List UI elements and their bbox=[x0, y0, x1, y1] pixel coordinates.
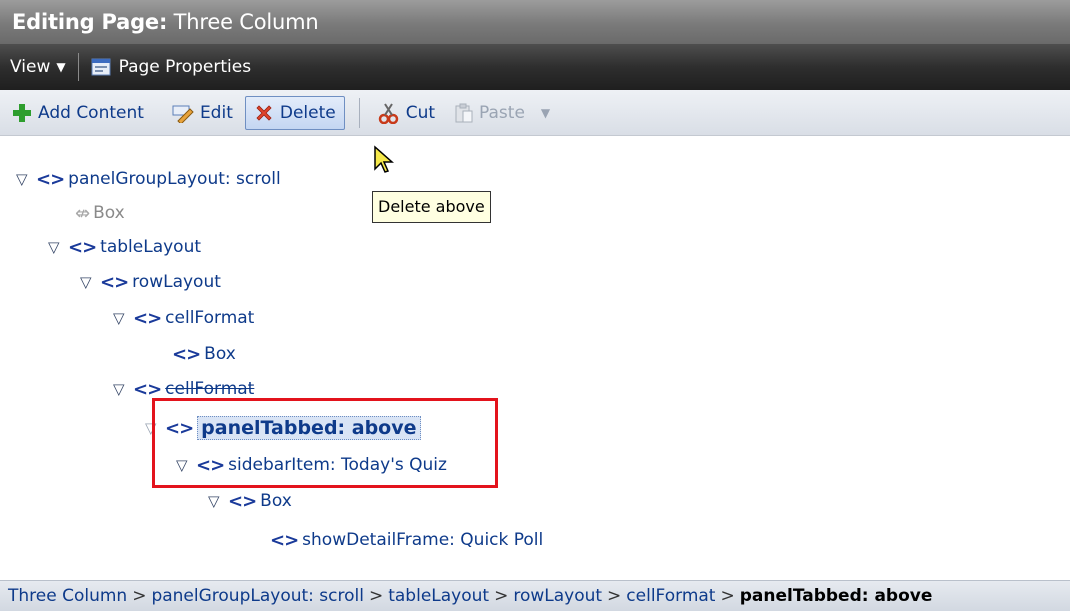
angle-brackets-icon: <> bbox=[228, 490, 257, 512]
paste-label: Paste bbox=[479, 102, 525, 123]
triangle-down-icon[interactable]: ▽ bbox=[80, 273, 100, 291]
delete-button[interactable]: Delete bbox=[244, 95, 345, 130]
title-page-name: Three Column bbox=[173, 10, 319, 34]
tree-node-label: rowLayout bbox=[132, 272, 221, 292]
tree-node-label: Box bbox=[260, 491, 292, 511]
tree-node-label: tableLayout bbox=[100, 237, 202, 257]
tree-node-cellformat-2[interactable]: ▽ <> cellFormat bbox=[113, 374, 254, 404]
page-title: Editing Page: Three Column bbox=[0, 0, 1070, 44]
view-menu-button[interactable]: View ▼ bbox=[0, 44, 66, 90]
page-properties-label: Page Properties bbox=[118, 57, 252, 77]
breadcrumb: Three Column > panelGroupLayout: scroll > ta… bbox=[0, 580, 1070, 611]
triangle-down-icon[interactable]: ▽ bbox=[16, 170, 36, 188]
chevron-down-icon: ▼ bbox=[56, 60, 66, 74]
breadcrumb-item[interactable]: rowLayout bbox=[513, 586, 602, 606]
delete-label: Delete bbox=[279, 102, 336, 123]
toolbar: Add Content Edit Delete Cut Paste ▼ bbox=[0, 90, 1070, 136]
scissors-icon bbox=[378, 102, 400, 124]
more-dropdown-icon[interactable]: ▼ bbox=[541, 106, 550, 120]
tree-node-sidebaritem[interactable]: ▽ <> sidebarItem: Today's Quiz bbox=[176, 450, 447, 480]
plus-icon bbox=[12, 103, 32, 123]
hidden-angle-brackets-icon: ⇎ bbox=[75, 202, 90, 224]
tree-node-box-2[interactable]: ▽ <> Box bbox=[208, 486, 292, 516]
clipboard-icon bbox=[455, 103, 473, 123]
tree-node-label-selected: panelTabbed: above bbox=[197, 416, 421, 440]
breadcrumb-item[interactable]: panelGroupLayout: scroll bbox=[151, 586, 364, 606]
tree-node-cellformat[interactable]: ▽ <> cellFormat bbox=[113, 303, 254, 333]
triangle-down-icon[interactable]: ▽ bbox=[113, 309, 133, 327]
red-x-icon bbox=[254, 103, 274, 123]
triangle-down-icon[interactable]: ▽ bbox=[48, 238, 68, 256]
angle-brackets-icon: <> bbox=[68, 236, 97, 258]
tree-node-label: Box bbox=[93, 203, 125, 223]
tree-node-rowlayout[interactable]: ▽ <> rowLayout bbox=[80, 267, 221, 297]
angle-brackets-icon: <> bbox=[196, 454, 225, 476]
edit-button[interactable]: Edit bbox=[164, 96, 241, 130]
triangle-down-icon[interactable]: ▽ bbox=[208, 492, 228, 510]
breadcrumb-item[interactable]: tableLayout bbox=[388, 586, 489, 606]
angle-brackets-icon: <> bbox=[133, 378, 162, 400]
angle-brackets-icon: <> bbox=[172, 343, 201, 365]
page-properties-icon bbox=[91, 57, 111, 77]
tree-node-box-hidden[interactable]: ⇎ Box bbox=[75, 198, 125, 228]
tree-node-label: sidebarItem: Today's Quiz bbox=[228, 455, 447, 475]
edit-label: Edit bbox=[199, 102, 233, 123]
triangle-down-icon[interactable]: ▽ bbox=[176, 456, 196, 474]
tree-node-showdetailframe[interactable]: <> showDetailFrame: Quick Poll bbox=[270, 525, 543, 555]
tree-node-label: cellFormat bbox=[165, 308, 255, 328]
triangle-down-icon[interactable]: ▽ bbox=[113, 380, 133, 398]
breadcrumb-current: panelTabbed: above bbox=[739, 586, 933, 606]
breadcrumb-separator: > bbox=[494, 586, 509, 606]
cut-label: Cut bbox=[405, 102, 436, 123]
cut-button[interactable]: Cut bbox=[370, 96, 443, 130]
breadcrumb-separator: > bbox=[720, 586, 735, 606]
title-label: Editing Page: bbox=[12, 10, 168, 34]
view-menu-label: View bbox=[10, 57, 51, 77]
menu-bar: View ▼ Page Properties bbox=[0, 44, 1070, 90]
triangle-down-icon[interactable]: ▽ bbox=[145, 419, 165, 437]
angle-brackets-icon: <> bbox=[100, 271, 129, 293]
mouse-cursor-icon bbox=[373, 145, 395, 179]
tree-node-box[interactable]: <> Box bbox=[172, 339, 236, 369]
page-properties-button[interactable]: Page Properties bbox=[91, 57, 251, 77]
tree-node-label: cellFormat bbox=[165, 379, 255, 399]
breadcrumb-item[interactable]: cellFormat bbox=[626, 586, 715, 606]
angle-brackets-icon: <> bbox=[133, 307, 162, 329]
tree-node-label: Box bbox=[204, 344, 236, 364]
toolbar-separator bbox=[358, 97, 360, 128]
tree-node-panelgrouplayout[interactable]: ▽ <> panelGroupLayout: scroll bbox=[16, 164, 281, 194]
breadcrumb-separator: > bbox=[132, 586, 147, 606]
breadcrumb-separator: > bbox=[368, 586, 384, 606]
pencil-icon bbox=[172, 103, 194, 123]
tree-node-tablelayout[interactable]: ▽ <> tableLayout bbox=[48, 232, 201, 262]
breadcrumb-separator: > bbox=[607, 586, 622, 606]
breadcrumb-item[interactable]: Three Column bbox=[8, 586, 127, 606]
paste-button[interactable]: Paste bbox=[447, 96, 533, 130]
tree-node-label: showDetailFrame: Quick Poll bbox=[302, 530, 544, 550]
angle-brackets-icon: <> bbox=[270, 529, 299, 551]
add-content-label: Add Content bbox=[38, 102, 144, 123]
tree-node-paneltabbed[interactable]: ▽ <> panelTabbed: above bbox=[145, 413, 421, 443]
component-tree: ▽ <> panelGroupLayout: scroll ⇎ Box ▽ <>… bbox=[0, 136, 1070, 566]
angle-brackets-icon: <> bbox=[165, 417, 194, 439]
angle-brackets-icon: <> bbox=[36, 168, 65, 190]
tree-node-label: panelGroupLayout: scroll bbox=[68, 169, 281, 189]
add-content-button[interactable]: Add Content bbox=[4, 96, 152, 130]
menu-separator bbox=[77, 53, 79, 81]
delete-tooltip: Delete above bbox=[372, 191, 491, 223]
